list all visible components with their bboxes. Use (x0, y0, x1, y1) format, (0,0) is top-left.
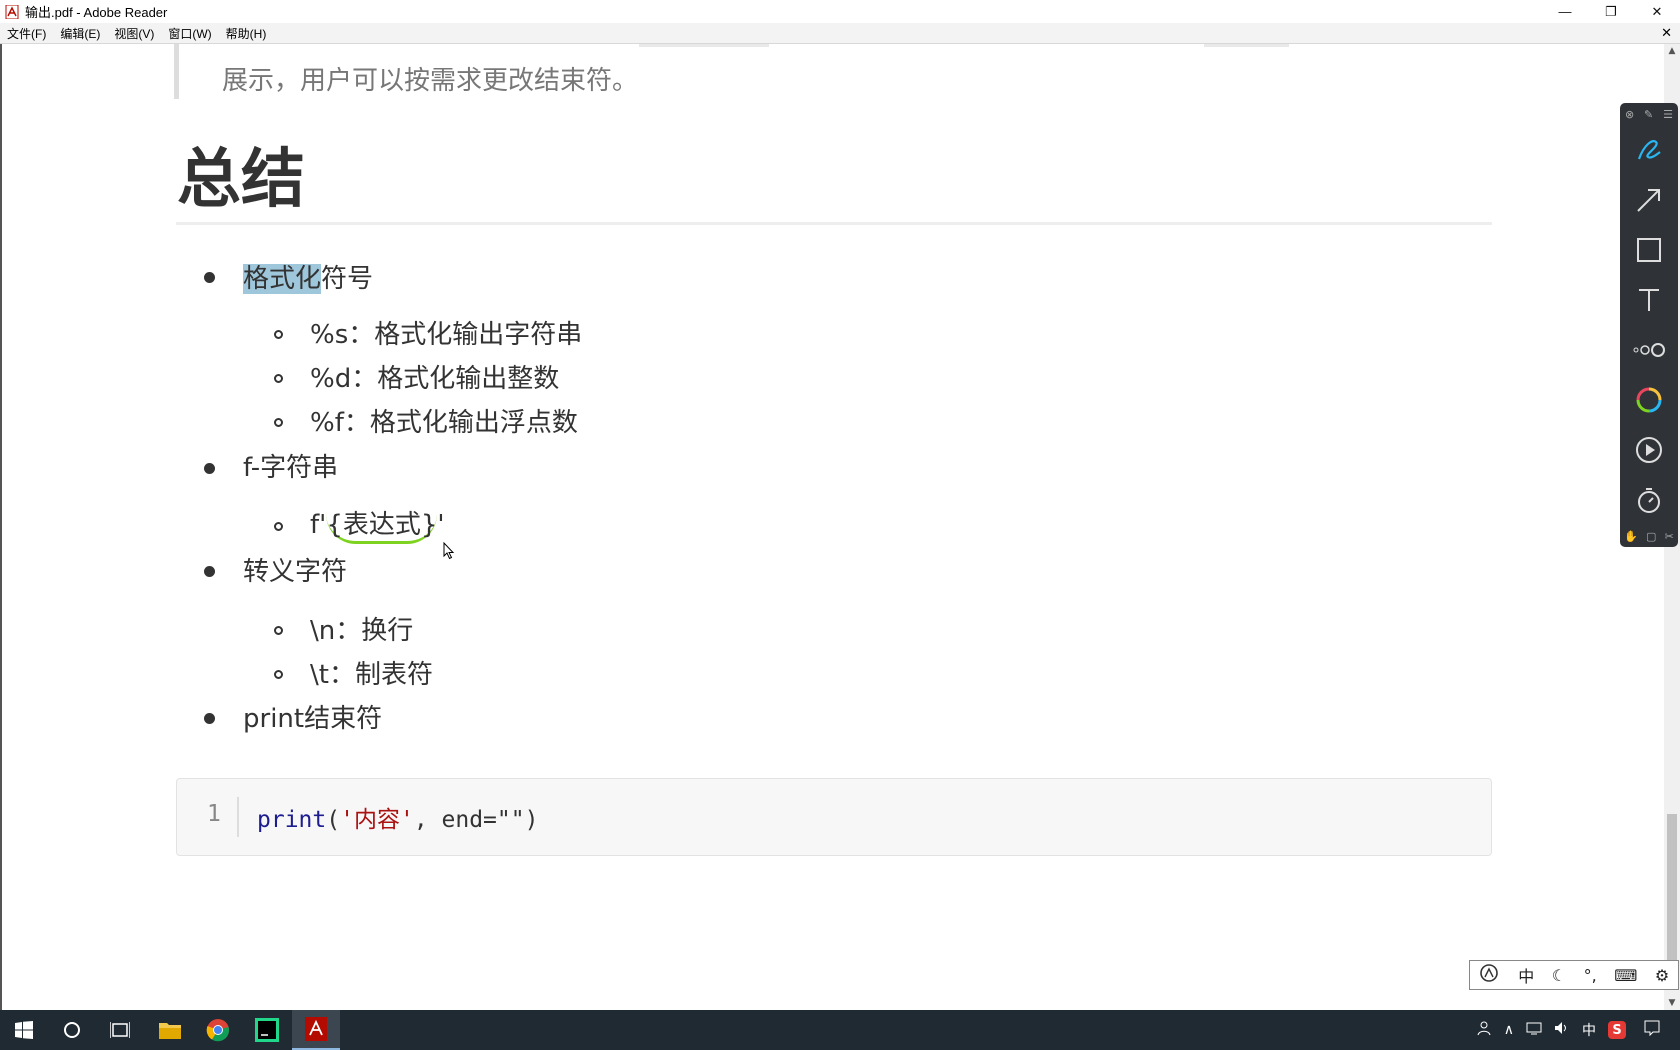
menu-bar: 文件(F) 编辑(E) 视图(V) 窗口(W) 帮助(H) ✕ (0, 23, 1680, 44)
menu-window[interactable]: 窗口(W) (161, 25, 218, 42)
sub-item-percent-f: %f：格式化输出浮点数 (310, 408, 578, 438)
list-item-format-symbols[interactable]: 格式化符号 (243, 258, 373, 295)
sub-item-tab: \t：制表符 (310, 660, 433, 690)
sub-item-percent-s: %s：格式化输出字符串 (310, 320, 583, 350)
windows-start-icon[interactable] (0, 1010, 48, 1050)
sub-bullet-circle (274, 418, 283, 427)
list-item-escape-chars: 转义字符 (243, 557, 348, 587)
f-prefix: f' (310, 510, 327, 540)
inline-code-fragment (1204, 44, 1289, 47)
scrollbar-thumb[interactable] (1667, 814, 1677, 964)
blockquote: 展示，用户可以按需求更改结束符。 (174, 44, 1495, 99)
menu-help[interactable]: 帮助(H) (219, 25, 274, 42)
sub-bullet-circle (274, 522, 283, 531)
arrow-tool-icon[interactable] (1629, 180, 1669, 220)
list-item-label-rest: 符号 (321, 264, 374, 294)
sub-item-newline: \n：换行 (310, 616, 414, 646)
toolbar-close-icon[interactable]: ⊗ (1625, 108, 1634, 121)
color-picker-icon[interactable] (1629, 380, 1669, 420)
code-gutter (237, 797, 239, 837)
ime-punctuation-icon[interactable]: °, (1584, 966, 1597, 985)
f-suffix: ' (437, 510, 445, 540)
pycharm-icon[interactable] (243, 1010, 291, 1050)
menu-file[interactable]: 文件(F) (0, 25, 53, 42)
title-bar: 输出.pdf - Adobe Reader — ❐ ✕ (0, 0, 1680, 23)
list-item-f-string: f-字符串 (243, 453, 339, 483)
ime-keyboard-icon[interactable]: ⌨ (1614, 966, 1637, 985)
pen-toolbar-footer: ✋ ▢ ✂ (1620, 525, 1678, 547)
close-button[interactable]: ✕ (1634, 0, 1680, 23)
toolbar-menu-icon[interactable]: ☰ (1663, 108, 1673, 121)
system-tray: ∧ 中 S (1470, 1010, 1680, 1050)
sogou-ime-label: S (1612, 1022, 1622, 1038)
code-line-number: 1 (207, 801, 221, 827)
text-tool-icon[interactable] (1629, 280, 1669, 320)
document-close-button[interactable]: ✕ (1661, 25, 1672, 41)
network-icon[interactable] (1520, 1021, 1548, 1039)
stroke-width-icon[interactable] (1629, 330, 1669, 370)
pen-tool-icon[interactable] (1629, 130, 1669, 170)
code-block: 1 print('内容', end="") (176, 778, 1492, 856)
blockquote-text: 展示，用户可以按需求更改结束符。 (222, 66, 639, 96)
document-view[interactable]: 展示，用户可以按需求更改结束符。 总结 格式化符号 %s：格式化输出字符串 %d… (0, 44, 1666, 1010)
scroll-up-icon[interactable]: ▲ (1664, 46, 1680, 56)
adobe-reader-taskbar-icon[interactable] (292, 1010, 340, 1050)
sogou-ime-icon[interactable]: S (1608, 1021, 1626, 1039)
restore-button[interactable]: ❐ (1588, 0, 1634, 23)
selected-text[interactable]: 格式化 (243, 264, 322, 294)
rectangle-tool-icon[interactable] (1629, 230, 1669, 270)
file-explorer-icon[interactable] (146, 1010, 194, 1050)
code-rest: , end="") (413, 807, 539, 833)
crop-icon[interactable]: ▢ (1646, 530, 1656, 543)
minimize-button[interactable]: — (1542, 0, 1588, 23)
chrome-icon[interactable] (194, 1010, 242, 1050)
bullet-dot (204, 713, 215, 724)
pen-underline-annotation: {表达式} (326, 510, 438, 544)
sub-bullet-circle (274, 626, 283, 635)
adobe-reader-icon (5, 4, 19, 19)
bullet-dot (204, 272, 215, 283)
bullet-dot (204, 463, 215, 474)
scissors-icon[interactable]: ✂ (1665, 530, 1674, 543)
scroll-down-icon[interactable]: ▼ (1664, 998, 1680, 1008)
sub-bullet-circle (274, 670, 283, 679)
bullet-dot (204, 566, 215, 577)
pen-annotation-toolbar: ⊗ ✎ ☰ ✋ ▢ ✂ (1620, 103, 1678, 547)
section-heading: 总结 (177, 143, 305, 217)
people-icon[interactable] (1470, 1020, 1498, 1040)
sub-item-f-expression: f'{表达式}' (310, 504, 445, 544)
sub-bullet-circle (274, 330, 283, 339)
volume-icon[interactable] (1548, 1021, 1576, 1039)
inline-code-fragment (639, 44, 769, 47)
menu-edit[interactable]: 编辑(E) (53, 25, 107, 42)
code-function: print (257, 807, 327, 833)
task-view-icon[interactable] (96, 1010, 144, 1050)
heading-rule (176, 222, 1492, 225)
code-paren: ( (326, 807, 341, 833)
sub-item-percent-d: %d：格式化输出整数 (310, 364, 560, 394)
code-line: print('内容', end="") (257, 800, 538, 834)
ime-logo-icon[interactable] (1479, 963, 1501, 987)
tray-expand-icon[interactable]: ∧ (1498, 1022, 1520, 1038)
input-language-indicator[interactable]: 中 (1576, 1020, 1602, 1040)
play-icon[interactable] (1629, 430, 1669, 470)
list-item-print-end: print结束符 (243, 704, 383, 734)
notification-center-icon[interactable] (1632, 1020, 1680, 1040)
code-string: '内容' (340, 807, 414, 833)
pen-toolbar-header: ⊗ ✎ ☰ (1620, 103, 1678, 125)
ime-settings-icon[interactable]: ⚙ (1655, 966, 1669, 985)
search-icon[interactable] (48, 1010, 96, 1050)
taskbar: ∧ 中 S (0, 1010, 1680, 1050)
menu-view[interactable]: 视图(V) (107, 25, 161, 42)
toolbar-pin-icon[interactable]: ✎ (1644, 108, 1653, 121)
mouse-cursor-icon (443, 542, 455, 560)
ime-chinese-mode[interactable]: 中 (1518, 963, 1534, 987)
sub-bullet-circle (274, 374, 283, 383)
hand-icon[interactable]: ✋ (1624, 530, 1638, 543)
ime-toolbar: 中 ☾ °, ⌨ ⚙ (1469, 960, 1679, 990)
ime-moon-icon[interactable]: ☾ (1552, 966, 1566, 985)
timer-icon[interactable] (1629, 480, 1669, 520)
window-title: 输出.pdf - Adobe Reader (25, 5, 168, 20)
